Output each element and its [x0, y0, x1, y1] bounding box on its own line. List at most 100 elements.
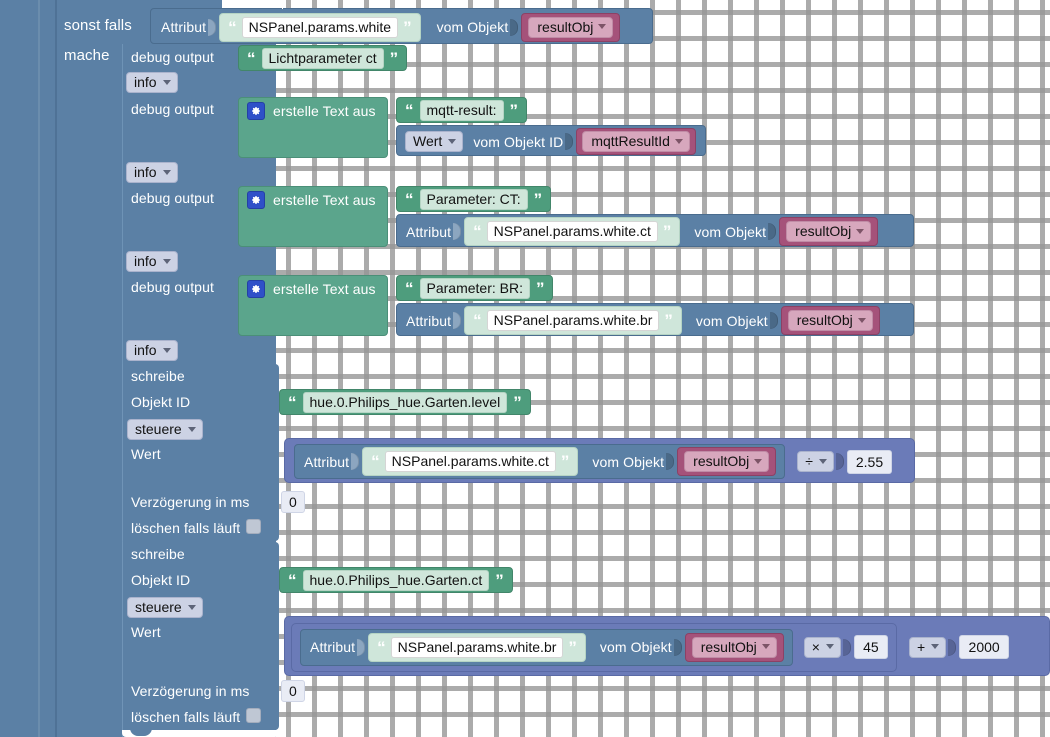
steuere-value-2: steuere [135, 599, 182, 615]
quote-close-icon [390, 50, 399, 67]
severity-dropdown-3[interactable]: info [126, 251, 178, 272]
attribut-label: Attribut [161, 19, 207, 35]
write-2-attribute-block[interactable]: Attribut NSPanel.params.white.br vom Obj… [300, 628, 793, 666]
write-1-attribute-block[interactable]: Attribut NSPanel.params.white.ct vom Obj… [294, 444, 786, 479]
chevron-down-icon [598, 24, 607, 29]
vom-objekt-label: vom Objekt [436, 19, 509, 35]
severity-value-1: info [134, 74, 157, 90]
objekt-id-label-1: Objekt ID [131, 394, 191, 410]
wert-dropdown[interactable]: Wert [405, 131, 464, 152]
write-2-math-inner-block[interactable]: Attribut NSPanel.params.white.br vom Obj… [291, 622, 897, 672]
clear-label-2: löschen falls läuft [131, 709, 241, 725]
gear-icon[interactable] [247, 279, 265, 298]
condition-variable-block[interactable]: resultObj [521, 12, 621, 42]
chevron-down-icon [674, 138, 683, 144]
attribut-socket [453, 312, 462, 329]
debug-4-attribute-block[interactable]: Attribut NSPanel.params.white.br vom Obj… [396, 303, 914, 336]
write-block-1[interactable]: schreibe Objekt ID steuere Wert Verzöger… [122, 364, 279, 541]
quote-open-icon [247, 50, 256, 67]
chevron-down-icon [818, 458, 827, 464]
attribut-text-field[interactable]: NSPanel.params.white [241, 16, 399, 38]
debug-2-variable-block[interactable]: mqttResultId [576, 128, 696, 155]
debug-2-text-block[interactable]: mqtt-result: [396, 97, 528, 123]
steuere-dropdown-1[interactable]: steuere [127, 419, 203, 440]
chevron-down-icon [448, 138, 457, 144]
attribut-text-block[interactable]: NSPanel.params.white.ct [362, 447, 579, 476]
attribut-text-block[interactable]: NSPanel.params.white.br [464, 306, 682, 335]
vom-objekt-socket [673, 638, 682, 656]
variable-resultobj[interactable]: resultObj [684, 451, 770, 472]
variable-name: resultObj [796, 312, 853, 328]
write-2-operator-1-dropdown[interactable]: × [803, 636, 841, 658]
write-2-objectid-field[interactable]: hue.0.Philips_hue.Garten.ct [302, 569, 490, 591]
debug-3-text-block[interactable]: Parameter: CT: [396, 186, 552, 212]
delay-label-2: Verzögerung in ms [131, 683, 250, 699]
debug-3-join-block[interactable]: erstelle Text aus [238, 186, 388, 247]
write-2-operator-2-dropdown[interactable]: + [908, 636, 947, 658]
variable-resultobj[interactable]: resultObj [528, 16, 614, 38]
attribut-socket [208, 18, 217, 36]
write-1-operator-dropdown[interactable]: ÷ [797, 451, 834, 472]
attribut-text-field[interactable]: NSPanel.params.white.br [390, 636, 564, 658]
gear-icon[interactable] [247, 190, 265, 209]
severity-value-4: info [134, 342, 157, 358]
write-1-variable-block[interactable]: resultObj [677, 447, 777, 476]
vom-objekt-socket [510, 18, 519, 36]
clear-checkbox-1[interactable] [246, 519, 261, 534]
attribut-text-block[interactable]: NSPanel.params.white.ct [464, 217, 681, 246]
variable-resultobj[interactable]: resultObj [691, 636, 777, 658]
clear-checkbox-2[interactable] [246, 708, 261, 723]
objekt-id-socket [565, 133, 574, 150]
write-1-delay-field[interactable]: 0 [281, 491, 305, 513]
attribut-text-field[interactable]: NSPanel.params.white.ct [486, 221, 658, 242]
write-2-delay-field[interactable]: 0 [281, 680, 305, 702]
write-block-2[interactable]: schreibe Objekt ID steuere Wert Verzöger… [122, 542, 279, 730]
objekt-id-label-2: Objekt ID [131, 572, 191, 588]
blockly-workspace[interactable]: sonst falls Attribut NSPanel.params.whit… [0, 0, 1050, 737]
condition-attribute-block[interactable]: Attribut NSPanel.params.white vom Objekt… [150, 8, 653, 44]
steuere-value-1: steuere [135, 421, 182, 437]
debug-2-getvalue-block[interactable]: Wert vom Objekt ID mqttResultId [396, 125, 706, 156]
write-2-objectid-block[interactable]: hue.0.Philips_hue.Garten.ct [279, 567, 513, 593]
debug-4-variable-block[interactable]: resultObj [780, 306, 880, 335]
variable-mqttresultid[interactable]: mqttResultId [582, 131, 690, 152]
debug-1-text-block[interactable]: Lichtparameter ct [238, 45, 408, 71]
severity-value-2: info [134, 164, 157, 180]
quote-open-icon [405, 280, 414, 297]
write-2-operand-2-field[interactable]: 2000 [959, 635, 1010, 659]
gear-icon[interactable] [247, 101, 265, 120]
attribut-text-field[interactable]: NSPanel.params.white.ct [384, 451, 556, 472]
steuere-dropdown-2[interactable]: steuere [127, 597, 203, 618]
write-2-operand-1-field[interactable]: 45 [853, 635, 888, 659]
debug-3-attribute-block[interactable]: Attribut NSPanel.params.white.ct vom Obj… [396, 214, 914, 247]
debug-1-text-field[interactable]: Lichtparameter ct [261, 47, 384, 69]
severity-dropdown-2[interactable]: info [126, 162, 178, 183]
attribut-text-block[interactable]: NSPanel.params.white.br [368, 632, 586, 662]
chevron-down-icon [187, 426, 196, 432]
vom-objekt-label: vom Objekt [599, 639, 672, 655]
write-2-math-outer-block[interactable]: Attribut NSPanel.params.white.br vom Obj… [284, 616, 1050, 676]
debug-4-text-block[interactable]: Parameter: BR: [396, 275, 554, 301]
debug-3-text-field[interactable]: Parameter: CT: [419, 188, 528, 210]
write-1-objectid-field[interactable]: hue.0.Philips_hue.Garten.level [302, 391, 508, 413]
debug-3-variable-block[interactable]: resultObj [779, 217, 879, 246]
attribut-text-field[interactable]: NSPanel.params.white.br [486, 310, 660, 331]
write-1-operand-field[interactable]: 2.55 [846, 449, 893, 474]
debug-4-join-block[interactable]: erstelle Text aus [238, 275, 388, 336]
quote-close-icon [664, 312, 673, 329]
debug-4-text-field[interactable]: Parameter: BR: [419, 277, 530, 299]
attribut-socket [351, 453, 360, 470]
debug-2-join-block[interactable]: erstelle Text aus [238, 97, 388, 158]
attribut-text-block[interactable]: NSPanel.params.white [219, 12, 421, 42]
variable-resultobj[interactable]: resultObj [786, 221, 872, 242]
write-1-math-block[interactable]: Attribut NSPanel.params.white.ct vom Obj… [284, 438, 915, 483]
join-label-3: erstelle Text aus [273, 191, 376, 208]
quote-open-icon [288, 394, 297, 411]
variable-resultobj[interactable]: resultObj [787, 310, 873, 331]
write-2-variable-block[interactable]: resultObj [684, 632, 784, 662]
debug-2-text-field[interactable]: mqtt-result: [419, 99, 504, 121]
severity-dropdown-1[interactable]: info [126, 72, 178, 93]
write-1-objectid-block[interactable]: hue.0.Philips_hue.Garten.level [279, 389, 531, 415]
variable-name: mqttResultId [591, 133, 670, 149]
severity-dropdown-4[interactable]: info [126, 340, 178, 361]
